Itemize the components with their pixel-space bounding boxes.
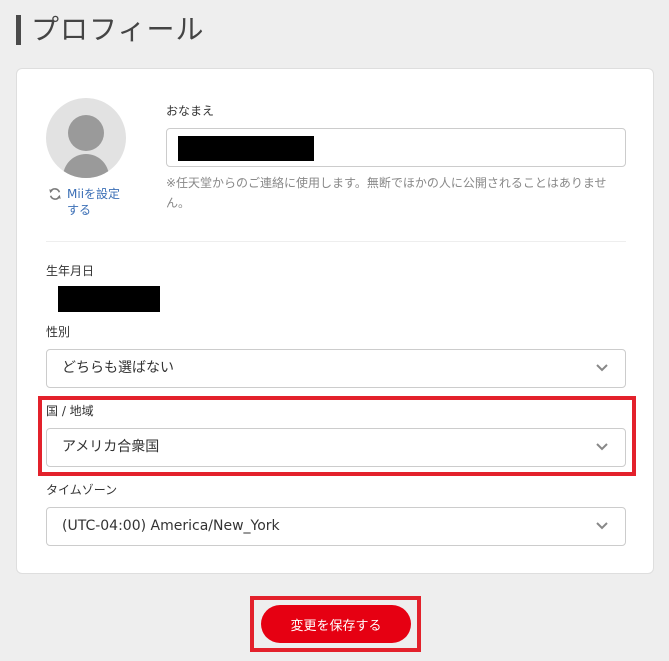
gender-select-value: どちらも選ばない	[62, 360, 174, 376]
page-header: プロフィール	[16, 14, 204, 46]
chevron-down-icon	[596, 364, 608, 372]
timezone-select-value: (UTC-04:00) America/New_York	[62, 518, 280, 534]
chevron-down-icon	[596, 443, 608, 451]
timezone-select[interactable]: (UTC-04:00) America/New_York	[46, 507, 626, 546]
refresh-icon	[49, 188, 61, 200]
gender-label: 性別	[46, 325, 71, 339]
name-privacy-note: ※任天堂からのご連絡に使用します。無断でほかの人に公開されることはありません。	[166, 176, 607, 210]
page-title: プロフィール	[31, 13, 205, 46]
chevron-down-icon	[596, 522, 608, 530]
avatar-body-shape	[63, 154, 109, 178]
profile-card: Miiを設定する おなまえ ※任天堂からのご連絡に使用します。無断でほかの人に公…	[16, 68, 654, 574]
timezone-label: タイムゾーン	[46, 483, 118, 497]
mii-settings-link[interactable]: Miiを設定する	[48, 186, 128, 218]
avatar	[46, 98, 126, 178]
name-label: おなまえ	[166, 104, 215, 118]
country-select-value: アメリカ合衆国	[62, 439, 160, 455]
mii-settings-label: Miiを設定する	[67, 187, 121, 217]
gender-select[interactable]: どちらも選ばない	[46, 349, 626, 388]
save-changes-button[interactable]: 変更を保存する	[261, 605, 411, 643]
header-accent-bar	[16, 15, 21, 45]
birthdate-label: 生年月日	[46, 264, 95, 278]
avatar-head-shape	[68, 115, 104, 151]
birthdate-redaction	[58, 286, 160, 312]
country-select[interactable]: アメリカ合衆国	[46, 428, 626, 467]
section-divider	[46, 241, 626, 242]
name-input[interactable]	[166, 128, 626, 167]
country-label: 国 / 地域	[46, 404, 94, 418]
name-redaction	[178, 136, 314, 161]
